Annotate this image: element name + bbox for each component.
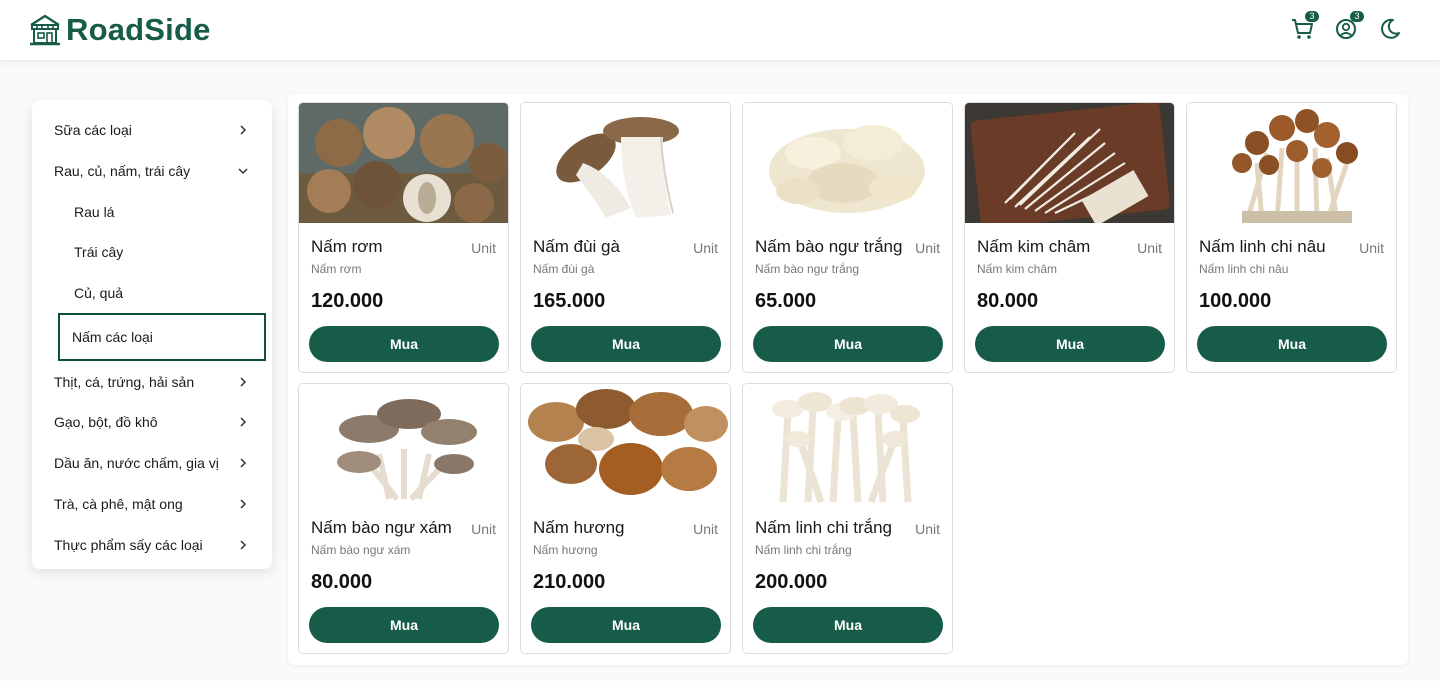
category-label: Gạo, bột, đồ khô [54,414,158,431]
buy-button[interactable]: Mua [531,326,721,362]
product-image-nam-bao-ngu-xam [299,384,508,504]
account-count-badge: 3 [1350,11,1364,22]
product-price: 80.000 [311,571,373,593]
product-name: Nấm hương [533,518,625,537]
product-subtitle: Nấm linh chi nâu [1199,262,1289,276]
product-name: Nấm bào ngư xám [311,518,452,537]
chevron-right-icon [240,458,247,468]
product-subtitle: Nấm hương [533,543,598,557]
account-button[interactable]: 3 [1334,11,1364,42]
category-item-tra-ca-phe[interactable]: Trà, cà phê, mật ong [32,484,272,525]
product-card[interactable]: Nấm hương Unit Nấm hương 210.000 Mua [520,383,731,654]
category-label: Thịt, cá, trứng, hải sản [54,373,195,390]
buy-button[interactable]: Mua [1197,326,1387,362]
product-name: Nấm kim châm [977,237,1091,256]
product-card[interactable]: Nấm rơm Unit Nấm rơm 120.000 Mua [298,102,509,373]
chevron-down-icon [238,168,248,175]
product-name: Nấm bào ngư trắng [755,237,903,256]
product-price: 120.000 [311,290,384,312]
category-item-gao-bot[interactable]: Gạo, bột, đồ khô [32,402,272,443]
category-item-sua[interactable]: Sữa các loại [32,110,272,151]
category-label: Trà, cà phê, mật ong [54,495,183,512]
subcategory-item-cu-qua[interactable]: Củ, quả [32,273,272,314]
product-grid: Nấm rơm Unit Nấm rơm 120.000 Mua Nấm đùi… [288,94,1408,665]
category-item-thit-ca[interactable]: Thịt, cá, trứng, hải sản [32,361,272,402]
product-name: Nấm linh chi trắng [755,518,893,537]
product-subtitle: Nấm bào ngư trắng [755,262,860,276]
buy-button[interactable]: Mua [309,326,499,362]
chevron-right-icon [240,417,247,427]
category-item-thuc-pham-say[interactable]: Thực phẩm sấy các loại [32,524,272,565]
cart-button[interactable]: 3 [1289,11,1319,42]
theme-toggle-button[interactable] [1377,16,1403,42]
product-card[interactable]: Nấm linh chi nâu Unit Nấm linh chi nâu 1… [1186,102,1397,373]
brand-logo[interactable]: RoadSide [28,12,211,48]
product-card[interactable]: Nấm linh chi trắng Unit Nấm linh chi trắ… [742,383,953,654]
subcategory-item-nam-active[interactable]: Nấm các loại [58,313,266,362]
storefront-icon [30,14,60,46]
category-label: Rau, củ, nấm, trái cây [54,163,191,180]
product-subtitle: Nấm đùi gà [533,262,595,276]
product-unit: Unit [693,240,718,256]
top-header: RoadSide 3 3 [0,0,1440,60]
product-unit: Unit [471,521,496,537]
product-unit: Unit [915,521,940,537]
subcategory-item-rau-la[interactable]: Rau lá [32,191,272,232]
product-image-nam-linh-chi-nau [1187,103,1396,223]
category-label: Sữa các loại [54,122,132,139]
chevron-right-icon [240,377,247,387]
product-unit: Unit [693,521,718,537]
product-unit: Unit [471,240,496,256]
chevron-right-icon [240,125,247,135]
category-label: Thực phẩm sấy các loại [54,536,203,553]
product-image-nam-rom [299,103,508,223]
product-image-nam-kim-cham [965,103,1174,223]
category-label: Dầu ăn, nước chấm, gia vị [54,455,219,472]
brand-name: RoadSide [66,12,211,47]
chevron-right-icon [240,499,247,509]
product-unit: Unit [1137,240,1162,256]
product-price: 200.000 [755,571,828,593]
buy-button[interactable]: Mua [531,607,721,643]
product-card[interactable]: Nấm kim châm Unit Nấm kim châm 80.000 Mu… [964,102,1175,373]
product-price: 165.000 [533,290,606,312]
category-item-rau-cu-nam[interactable]: Rau, củ, nấm, trái cây [32,151,272,192]
category-sidebar: Sữa các loại Rau, củ, nấm, trái cây Rau … [32,100,272,569]
buy-button[interactable]: Mua [753,607,943,643]
product-image-nam-bao-ngu-trang [743,103,952,223]
product-card[interactable]: Nấm bào ngư trắng Unit Nấm bào ngư trắng… [742,102,953,373]
product-card[interactable]: Nấm bào ngư xám Unit Nấm bào ngư xám 80.… [298,383,509,654]
product-image-nam-huong [521,384,730,504]
buy-button[interactable]: Mua [975,326,1165,362]
cart-count-badge: 3 [1305,11,1319,22]
product-unit: Unit [1359,240,1384,256]
subcategory-label: Trái cây [74,244,124,261]
product-price: 65.000 [755,290,817,312]
product-name: Nấm đùi gà [533,237,620,256]
product-image-nam-dui-ga [521,103,730,223]
product-name: Nấm linh chi nâu [1199,237,1326,256]
product-image-nam-linh-chi-trang [743,384,952,504]
product-name: Nấm rơm [311,237,383,256]
product-subtitle: Nấm bào ngư xám [311,543,411,557]
product-price: 100.000 [1199,290,1272,312]
product-subtitle: Nấm linh chi trắng [755,543,852,557]
subcategory-label: Rau lá [74,203,115,220]
subcategory-label: Nấm các loại [72,329,153,346]
chevron-right-icon [240,540,247,550]
product-unit: Unit [915,240,940,256]
subcategory-item-trai-cay[interactable]: Trái cây [32,232,272,273]
product-price: 210.000 [533,571,606,593]
product-price: 80.000 [977,290,1039,312]
subcategory-label: Củ, quả [74,285,124,302]
category-item-dau-an[interactable]: Dầu ăn, nước chấm, gia vị [32,443,272,484]
product-subtitle: Nấm kim châm [977,262,1058,276]
moon-icon [1381,18,1400,39]
buy-button[interactable]: Mua [753,326,943,362]
product-card[interactable]: Nấm đùi gà Unit Nấm đùi gà 165.000 Mua [520,102,731,373]
product-subtitle: Nấm rơm [311,262,362,276]
buy-button[interactable]: Mua [309,607,499,643]
